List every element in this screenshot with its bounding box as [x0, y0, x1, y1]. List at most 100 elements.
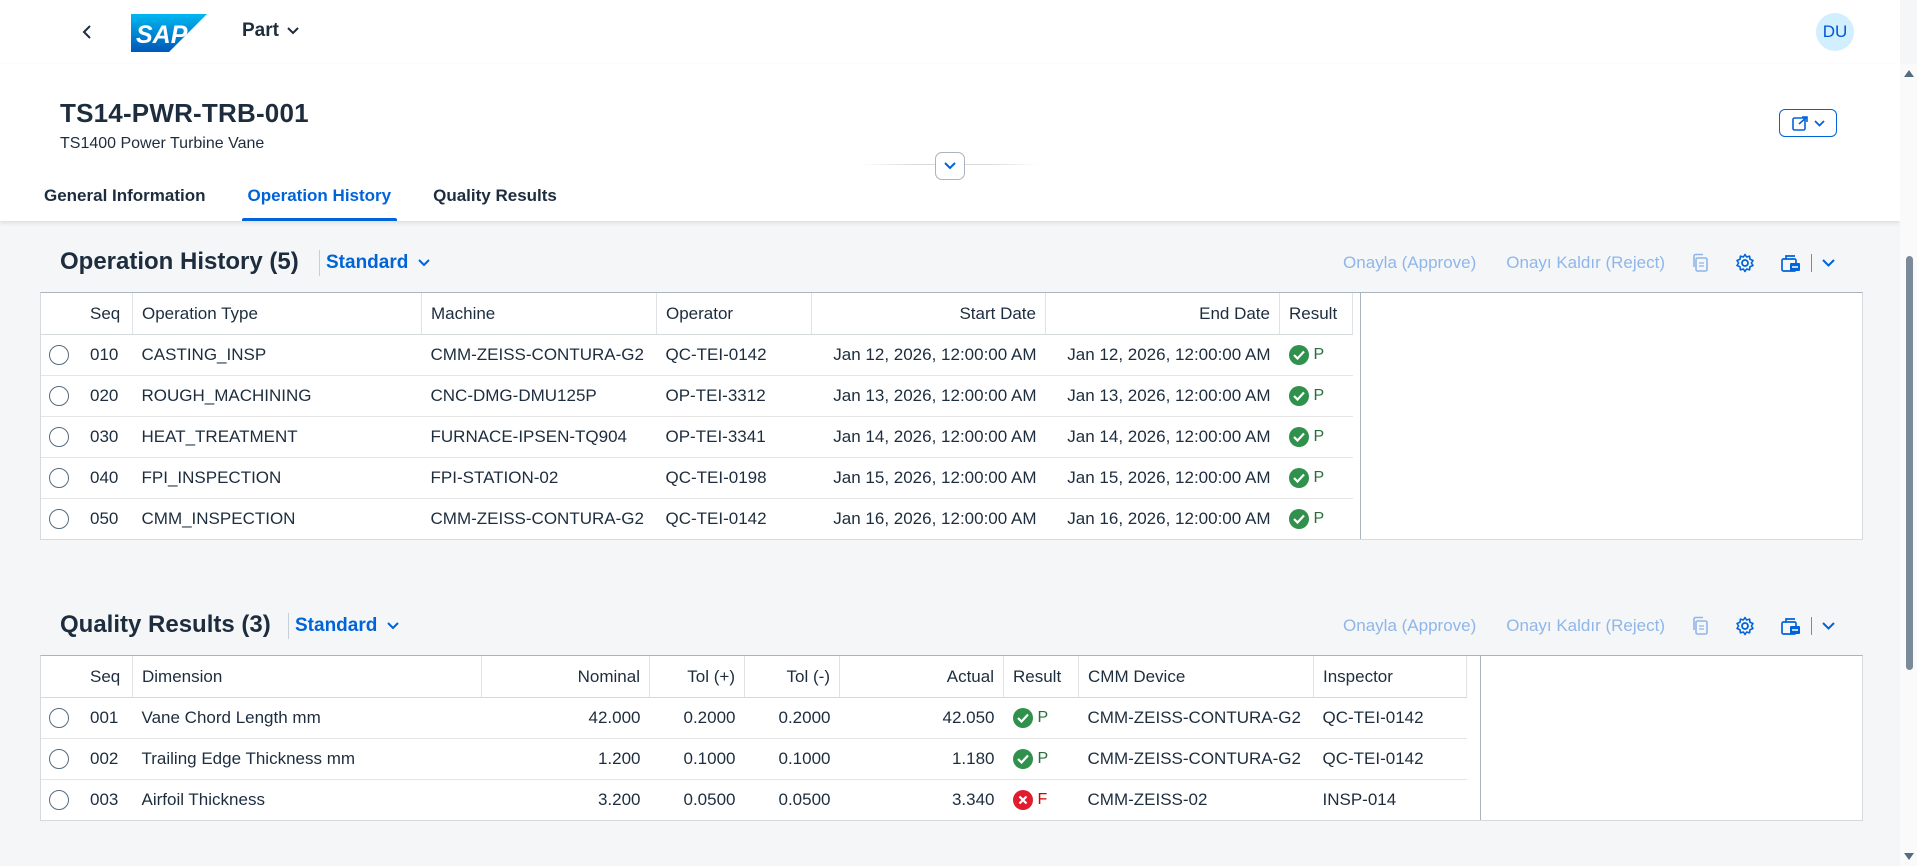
copy-button[interactable] [1691, 253, 1709, 273]
result-text: P [1037, 750, 1049, 767]
column-header-result[interactable]: Result [1003, 656, 1079, 698]
cell-seq: 020 [81, 375, 133, 417]
select-column-header [41, 656, 81, 698]
column-header-seq[interactable]: Seq [81, 656, 133, 698]
chevron-down-icon [1822, 622, 1835, 630]
table-row[interactable]: 002 Trailing Edge Thickness mm 1.200 0.1000… [41, 738, 1467, 780]
cell-result: P [1003, 738, 1079, 780]
share-button[interactable] [1779, 109, 1837, 137]
column-header-actual[interactable]: Actual [839, 656, 1004, 698]
collapse-header-button[interactable] [935, 152, 965, 180]
cell-cmm-device: CMM-ZEISS-CONTURA-G2 [1078, 697, 1314, 739]
scroll-down-arrow[interactable] [1904, 853, 1914, 860]
row-select-radio[interactable] [49, 509, 69, 530]
export-options-button[interactable] [1822, 622, 1835, 630]
column-header-result[interactable]: Result [1279, 293, 1353, 335]
table-row[interactable]: 001 Vane Chord Length mm 42.000 0.2000 0.200… [41, 697, 1467, 739]
export-button[interactable] [1781, 617, 1801, 635]
column-header-operator[interactable]: Operator [656, 293, 812, 335]
row-select-radio[interactable] [49, 468, 69, 489]
approve-button[interactable]: Onayla (Approve) [1343, 616, 1476, 636]
table-row[interactable]: 050 CMM_INSPECTION CMM-ZEISS-CONTURA-G2 QC-… [41, 499, 1353, 540]
column-header-inspector[interactable]: Inspector [1313, 656, 1467, 698]
row-select-radio[interactable] [49, 708, 69, 729]
cell-operator: QC-TEI-0198 [656, 457, 812, 499]
approve-button[interactable]: Onayla (Approve) [1343, 253, 1476, 273]
cell-result: P [1003, 697, 1079, 739]
app-title-menu[interactable]: Part [242, 20, 299, 42]
chevron-down-icon [1822, 259, 1835, 267]
variant-selector[interactable]: Standard [319, 250, 431, 276]
column-header-nominal[interactable]: Nominal [481, 656, 650, 698]
column-header-end-date[interactable]: End Date [1045, 293, 1280, 335]
result-status: P [1288, 386, 1324, 406]
scrollbar-thumb[interactable] [1906, 256, 1913, 670]
table-row[interactable]: 030 HEAT_TREATMENT FURNACE-IPSEN-TQ904 OP-T… [41, 416, 1353, 458]
row-select-radio[interactable] [49, 790, 69, 811]
cell-start-date: Jan 14, 2026, 12:00:00 AM [811, 416, 1046, 458]
cell-machine: CMM-ZEISS-CONTURA-G2 [421, 334, 657, 376]
reject-button[interactable]: Onayı Kaldır (Reject) [1506, 616, 1665, 636]
tab-quality-results[interactable]: Quality Results [429, 176, 561, 221]
column-header-tol-minus[interactable]: Tol (-) [744, 656, 840, 698]
toolbar-separator [1811, 617, 1812, 635]
result-text: P [1037, 709, 1049, 726]
cell-actual: 3.340 [951, 790, 995, 809]
table-row[interactable]: 003 Airfoil Thickness 3.200 0.0500 0.0500 3.3… [41, 780, 1467, 821]
column-header-start-date[interactable]: Start Date [811, 293, 1046, 335]
cell-end-date: Jan 15, 2026, 12:00:00 AM [1045, 457, 1280, 499]
check-circle-icon [1288, 386, 1309, 406]
chevron-down-icon [944, 162, 956, 170]
cell-seq: 050 [90, 509, 119, 528]
table-toolbar: Onayla (Approve) Onayı Kaldır (Reject) [1313, 248, 1835, 278]
settings-button[interactable] [1735, 253, 1755, 273]
cell-end-date: Jan 14, 2026, 12:00:00 AM [1045, 416, 1280, 458]
anchor-tab-bar: General Information Operation History Qu… [40, 176, 595, 221]
reject-button[interactable]: Onayı Kaldır (Reject) [1506, 253, 1665, 273]
column-header-tol-plus[interactable]: Tol (+) [649, 656, 745, 698]
tab-general-information[interactable]: General Information [40, 176, 210, 221]
variant-selector[interactable]: Standard [288, 613, 400, 639]
settings-button[interactable] [1735, 616, 1755, 636]
chevron-left-icon [82, 25, 91, 39]
scroll-up-arrow[interactable] [1904, 70, 1914, 77]
column-header-machine[interactable]: Machine [421, 293, 657, 335]
table-row[interactable]: 040 FPI_INSPECTION FPI-STATION-02 QC-TEI-01… [41, 457, 1353, 499]
table-row[interactable]: 010 CASTING_INSP CMM-ZEISS-CONTURA-G2 QC-TE… [41, 334, 1353, 376]
user-avatar[interactable]: DU [1816, 13, 1854, 51]
cell-inspector: QC-TEI-0142 [1313, 738, 1467, 780]
table-header-row: Seq Operation Type Machine Operator Star… [41, 293, 1353, 335]
export-button[interactable] [1781, 254, 1801, 272]
table-row[interactable]: 020 ROUGH_MACHINING CNC-DMG-DMU125P OP-TEI-… [41, 375, 1353, 417]
cell-dimension: Trailing Edge Thickness mm [132, 738, 482, 780]
svg-text:SAP: SAP [136, 21, 188, 49]
object-page-header: TS14-PWR-TRB-001 TS1400 Power Turbine Va… [0, 64, 1900, 221]
cell-seq: 040 [81, 457, 133, 499]
cell-nominal: 1.200 [481, 738, 650, 780]
row-select-radio[interactable] [49, 345, 69, 366]
section-title: Operation History (5) [60, 248, 299, 275]
tab-operation-history[interactable]: Operation History [241, 176, 397, 221]
column-header-cmm-device[interactable]: CMM Device [1078, 656, 1314, 698]
copy-button[interactable] [1691, 616, 1709, 636]
cell-tol-minus: 0.0500 [778, 790, 831, 809]
row-select-radio[interactable] [49, 427, 69, 448]
export-options-button[interactable] [1822, 259, 1835, 267]
page-subtitle: TS1400 Power Turbine Vane [60, 135, 265, 152]
cell-start-date: Jan 16, 2026, 12:00:00 AM [833, 509, 1037, 528]
row-select-radio[interactable] [49, 749, 69, 770]
result-status: P [1288, 427, 1324, 447]
back-button[interactable] [74, 18, 102, 46]
cell-seq: 010 [81, 334, 133, 376]
cell-seq: 002 [81, 738, 133, 780]
column-header-seq[interactable]: Seq [81, 293, 133, 335]
row-select-radio[interactable] [49, 386, 69, 407]
cell-result: P [1279, 457, 1353, 499]
page-scrollbar[interactable] [1900, 64, 1917, 866]
column-header-dimension[interactable]: Dimension [132, 656, 482, 698]
copy-icon [1693, 616, 1708, 635]
cell-seq: 001 [81, 697, 133, 739]
chevron-down-icon [287, 27, 299, 35]
column-header-operation-type[interactable]: Operation Type [132, 293, 422, 335]
operation-history-section: Operation History (5) Standard Onayla (A… [40, 234, 1863, 540]
